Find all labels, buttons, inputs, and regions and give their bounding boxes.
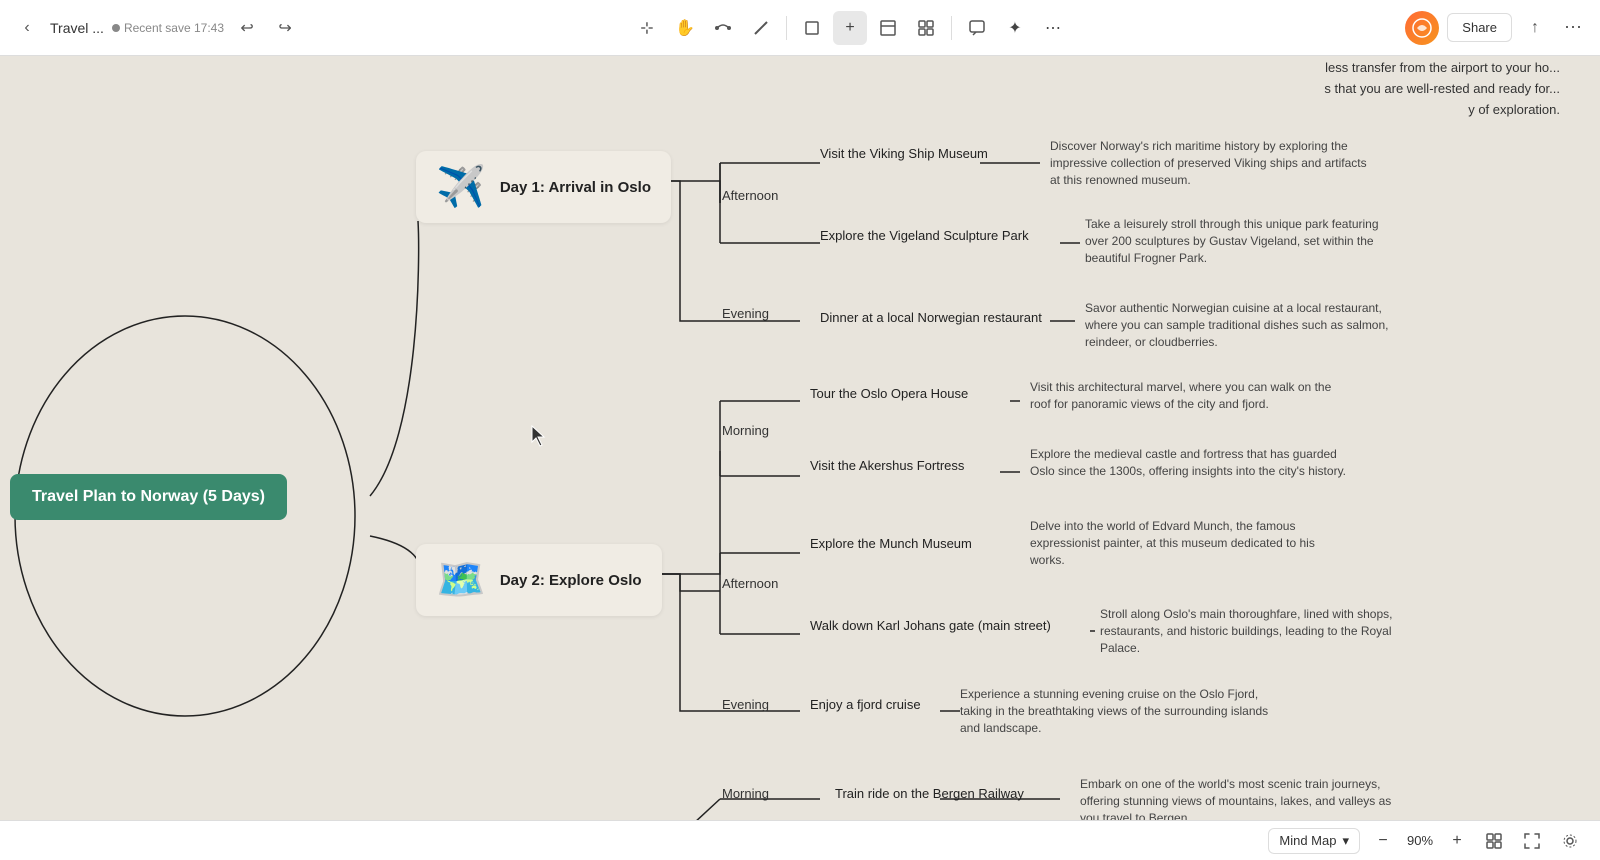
app-logo [1405, 11, 1439, 45]
toolbar: ‹ Travel ... Recent save 17:43 ↩ ↪ ⊹ ✋ + [0, 0, 1600, 56]
zoom-controls: − 90% + [1370, 828, 1470, 854]
day2-karljohans-desc: Stroll along Oslo's main thoroughfare, l… [1100, 606, 1420, 656]
save-status: Recent save 17:43 [112, 21, 224, 35]
day1-dinner-activity: Dinner at a local Norwegian restaurant [820, 310, 1042, 325]
more-tools-button[interactable]: ⋯ [1036, 11, 1070, 45]
export-button[interactable]: ↑ [1520, 13, 1550, 43]
sticky-tool-button[interactable] [871, 11, 905, 45]
day1-viking-desc: Discover Norway's rich maritime history … [1050, 138, 1370, 188]
day1-viking-activity: Visit the Viking Ship Museum [820, 146, 988, 161]
day1-vigeland-desc: Take a leisurely stroll through this uni… [1085, 216, 1405, 266]
day3-bergen-activity: Train ride on the Bergen Railway [835, 786, 1024, 801]
add-tool-button[interactable]: + [833, 11, 867, 45]
doc-title: Travel ... [50, 20, 104, 36]
zoom-out-button[interactable]: − [1370, 828, 1396, 854]
day1-evening-label: Evening [722, 306, 769, 321]
day2-munch-activity: Explore the Munch Museum [810, 536, 972, 551]
day1-label: Day 1: Arrival in Oslo [500, 179, 651, 196]
save-dot-icon [112, 24, 120, 32]
line-tool-button[interactable] [744, 11, 778, 45]
central-node[interactable]: Travel Plan to Norway (5 Days) [10, 474, 287, 520]
pan-tool-button[interactable]: ✋ [668, 11, 702, 45]
day2-morning-label: Morning [722, 423, 769, 438]
day2-munch-desc: Delve into the world of Edvard Munch, th… [1030, 518, 1350, 568]
day2-karljohans-activity: Walk down Karl Johans gate (main street) [810, 618, 1051, 633]
undo-button[interactable]: ↩ [232, 13, 262, 43]
day1-vigeland-activity: Explore the Vigeland Sculpture Park [820, 228, 1029, 243]
day3-bergen-desc: Embark on one of the world's most scenic… [1080, 776, 1400, 820]
toolbar-divider-2 [951, 16, 952, 40]
zoom-in-button[interactable]: + [1444, 828, 1470, 854]
fullscreen-button[interactable] [1518, 827, 1546, 855]
frame-tool-button[interactable] [795, 11, 829, 45]
fit-view-button[interactable] [1480, 827, 1508, 855]
day2-card[interactable]: 🗺️ Day 2: Explore Oslo [416, 544, 662, 616]
view-dropdown[interactable]: Mind Map ▾ [1268, 828, 1360, 854]
share-button[interactable]: Share [1447, 13, 1512, 42]
toolbar-left: ‹ Travel ... Recent save 17:43 ↩ ↪ [12, 13, 312, 43]
top-partial-text: less transfer from the airport to your h… [1324, 58, 1560, 120]
view-toggle-button[interactable] [1556, 827, 1584, 855]
toolbar-center: ⊹ ✋ + ✦ ⋯ [320, 11, 1380, 45]
day2-fjord-activity: Enjoy a fjord cruise [810, 697, 921, 712]
day1-card[interactable]: ✈️ Day 1: Arrival in Oslo [416, 151, 671, 223]
day1-dinner-desc: Savor authentic Norwegian cuisine at a l… [1085, 300, 1405, 350]
toolbar-right: Share ↑ ⋯ [1388, 11, 1588, 45]
day2-opera-activity: Tour the Oslo Opera House [810, 386, 968, 401]
day2-akershus-desc: Explore the medieval castle and fortress… [1030, 446, 1350, 480]
day1-afternoon-label: Afternoon [722, 188, 778, 203]
overflow-menu-button[interactable]: ⋯ [1558, 13, 1588, 43]
bottom-bar: Mind Map ▾ − 90% + [0, 820, 1600, 860]
redo-button[interactable]: ↪ [270, 13, 300, 43]
day1-emoji: ✈️ [436, 167, 486, 207]
connector-tool-button[interactable] [706, 11, 740, 45]
select-tool-button[interactable]: ⊹ [630, 11, 664, 45]
template-tool-button[interactable] [909, 11, 943, 45]
back-button[interactable]: ‹ [12, 13, 42, 43]
cursor [528, 424, 548, 453]
sparkle-tool-button[interactable]: ✦ [998, 11, 1032, 45]
day2-label: Day 2: Explore Oslo [500, 572, 642, 589]
day2-fjord-desc: Experience a stunning evening cruise on … [960, 686, 1280, 736]
day2-akershus-activity: Visit the Akershus Fortress [810, 458, 964, 473]
day2-emoji: 🗺️ [436, 560, 486, 600]
day2-opera-desc: Visit this architectural marvel, where y… [1030, 379, 1350, 413]
mindmap-canvas[interactable]: less transfer from the airport to your h… [0, 56, 1600, 820]
zoom-level-display: 90% [1402, 833, 1438, 848]
toolbar-divider-1 [786, 16, 787, 40]
day2-evening-label: Evening [722, 697, 769, 712]
comment-tool-button[interactable] [960, 11, 994, 45]
day3-morning-label: Morning [722, 786, 769, 801]
day2-afternoon-label: Afternoon [722, 576, 778, 591]
